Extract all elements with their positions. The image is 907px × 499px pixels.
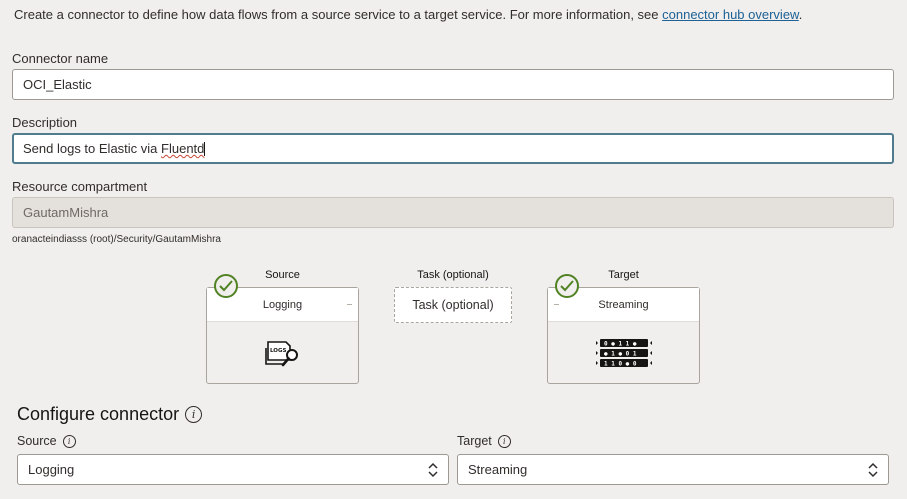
- info-icon[interactable]: i: [497, 434, 511, 448]
- target-card[interactable]: Streaming 0 ● 1 1 ● ● 1 ● 0 1 1 1 0 ● 0: [547, 287, 700, 384]
- svg-text:1 1 0 ● 0: 1 1 0 ● 0: [604, 361, 637, 368]
- description-value: Send logs to Elastic via: [23, 141, 162, 156]
- connector-name-value: OCI_Elastic: [23, 77, 92, 92]
- source-label-text: Source: [17, 434, 57, 448]
- svg-text:● 1 ● 0 1: ● 1 ● 0 1: [604, 351, 637, 358]
- description-misspelled-word: Fluentd: [161, 141, 205, 156]
- task-placeholder: Task (optional): [412, 298, 494, 312]
- intro-text: Create a connector to define how data fl…: [14, 7, 802, 22]
- description-input[interactable]: Send logs to Elastic via Fluentd: [12, 133, 894, 164]
- source-card-body: LOGS: [207, 322, 358, 384]
- configure-connector-heading: Configure connector i: [17, 404, 203, 425]
- info-icon[interactable]: i: [62, 434, 76, 448]
- source-check-icon: [214, 274, 238, 298]
- text-caret: [204, 141, 206, 156]
- source-select-value: Logging: [28, 462, 75, 477]
- connector-dash: [554, 304, 559, 305]
- stream-icon: 0 ● 1 1 ● ● 1 ● 0 1 1 1 0 ● 0: [595, 339, 652, 368]
- chevron-up-down-icon: [428, 462, 438, 477]
- task-title: Task (optional): [417, 269, 489, 281]
- target-check-icon: [555, 274, 579, 298]
- source-select-label: Source i: [17, 434, 76, 448]
- configure-title: Configure connector: [17, 404, 180, 424]
- target-select-label: Target i: [457, 434, 511, 448]
- info-icon[interactable]: i: [185, 406, 203, 423]
- connector-name-input[interactable]: OCI_Elastic: [12, 69, 894, 100]
- source-select[interactable]: Logging: [17, 454, 449, 485]
- intro-suffix: .: [798, 7, 803, 22]
- chevron-up-down-icon: [868, 462, 878, 477]
- connector-name-label: Connector name: [12, 51, 109, 66]
- target-label-text: Target: [457, 434, 492, 448]
- svg-text:LOGS: LOGS: [270, 348, 286, 354]
- description-label: Description: [12, 115, 78, 130]
- task-optional-button[interactable]: Task (optional): [394, 287, 512, 323]
- source-service-name: Logging: [262, 298, 303, 311]
- logs-search-icon: LOGS: [264, 341, 298, 367]
- target-select-value: Streaming: [468, 462, 528, 477]
- svg-text:0 ● 1 1 ●: 0 ● 1 1 ●: [604, 341, 637, 348]
- compartment-select: GautamMishra: [12, 197, 894, 228]
- connector-dash: [347, 304, 352, 305]
- target-service-name: Streaming: [598, 298, 649, 311]
- source-card[interactable]: Logging LOGS: [206, 287, 359, 384]
- intro-sentence: Create a connector to define how data fl…: [14, 7, 663, 22]
- target-card-body: 0 ● 1 1 ● ● 1 ● 0 1 1 1 0 ● 0: [548, 322, 699, 384]
- compartment-value: GautamMishra: [23, 205, 109, 220]
- compartment-path: oranacteindiasss (root)/Security/GautamM…: [12, 234, 221, 245]
- target-select[interactable]: Streaming: [457, 454, 889, 485]
- connector-hub-overview-link[interactable]: connector hub overview: [662, 7, 799, 22]
- compartment-label: Resource compartment: [12, 179, 148, 194]
